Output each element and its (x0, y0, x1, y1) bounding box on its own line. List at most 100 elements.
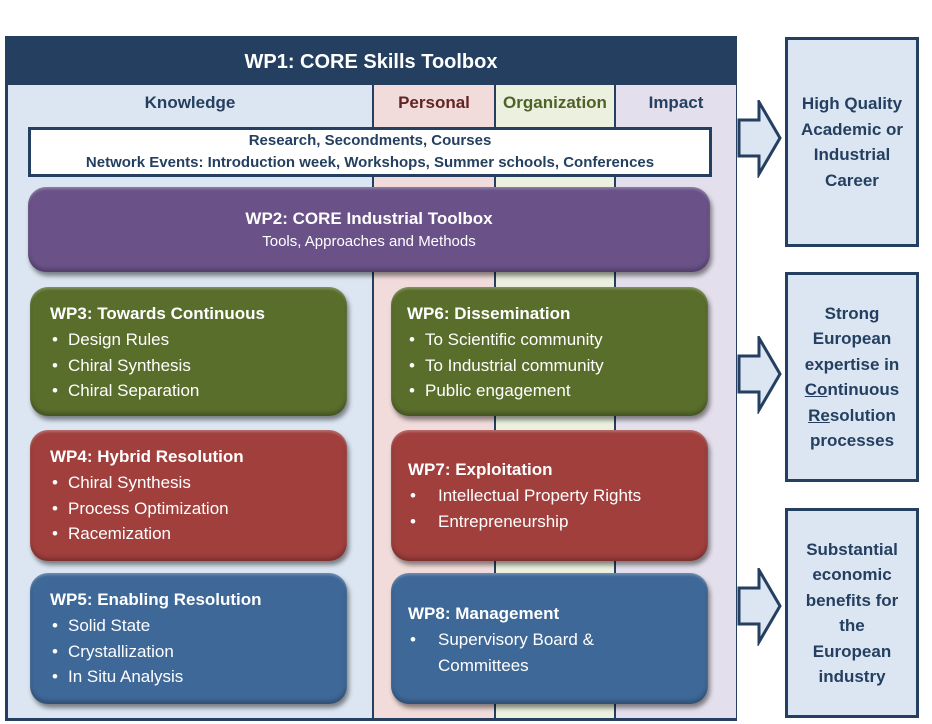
list-item-text: Racemization (68, 524, 171, 543)
bullet-icon: • (410, 486, 416, 505)
training-band-line-1: Research, Secondments, Courses (248, 132, 492, 149)
bullet-icon: • (52, 667, 58, 686)
outcome-line: European (812, 641, 892, 661)
list-item: • Entrepreneurship (408, 509, 708, 535)
list-item: • Chiral Synthesis (50, 353, 347, 379)
wp4-list: • Chiral Synthesis • Process Optimization … (50, 470, 347, 547)
list-item-text: Solid State (68, 616, 151, 635)
list-item-text: Supervisory Board & (438, 630, 594, 649)
list-item-text: Entrepreneurship (438, 511, 569, 531)
list-item-text: Committees (438, 655, 529, 675)
outcome-line: Industrial (813, 145, 891, 164)
list-item: • Racemization (50, 521, 347, 547)
column-label-organization: Organization (503, 93, 607, 112)
bullet-icon: • (409, 330, 415, 349)
list-item: • Public engagement (407, 378, 708, 404)
outcome-line: Resolution (805, 403, 900, 429)
list-item-text: Intellectual Property Rights (438, 486, 642, 505)
bullet-icon: • (52, 355, 58, 375)
outcome-line: Substantial (806, 539, 898, 559)
bullet-icon: • (52, 616, 58, 635)
list-item-text: In Situ Analysis (68, 667, 184, 686)
list-item-text: Public engagement (425, 381, 571, 400)
wp8-title: WP8: Management (408, 604, 560, 623)
wp7-title: WP7: Exploitation (408, 460, 553, 479)
bullet-icon: • (52, 524, 58, 543)
list-item-text: To Industrial community (425, 355, 604, 375)
list-item-text: Design Rules (68, 330, 170, 349)
wp6-list: • To Scientific community • To Industrial … (407, 327, 708, 404)
wp2-title: WP2: CORE Industrial Toolbox (245, 208, 493, 228)
list-item-text: Process Optimization (68, 498, 229, 518)
outcome-line: European (812, 329, 892, 348)
wp5-list: • Solid State • Crystallization • In Situ A… (50, 613, 347, 690)
bullet-icon: • (52, 641, 58, 661)
list-item: • Process Optimization (50, 496, 347, 522)
list-item: • Chiral Synthesis (50, 470, 347, 496)
wp2-box: WP2: CORE Industrial Toolbox Tools, Appr… (28, 187, 710, 272)
list-item-continuation: Committees (408, 653, 708, 679)
training-band-line-2: Network Events: Introduction week, Works… (85, 154, 655, 171)
arrow-right-icon (737, 336, 782, 414)
outcome-economic-benefits: Substantial economic benefits for the Eu… (785, 508, 919, 718)
wp1-title: WP1: CORE Skills Toolbox (8, 39, 734, 85)
wp3-box: WP3: Towards Continuous • Design Rules • C… (30, 287, 347, 416)
outcome-line: Continuous (805, 377, 900, 403)
list-item: • Crystallization (50, 639, 347, 665)
outcome-career: High Quality Academic or Industrial Care… (785, 37, 919, 247)
list-item: • Solid State (50, 613, 347, 639)
arrow-right-icon (737, 100, 782, 178)
outcome-expertise: Strong European expertise in Continuous … (785, 272, 919, 482)
wp7-box: WP7: Exploitation • Intellectual Property… (391, 430, 708, 561)
list-item: • To Scientific community (407, 327, 708, 353)
bullet-icon: • (52, 473, 58, 492)
wp6-title: WP6: Dissemination (407, 304, 571, 323)
list-item: • Design Rules (50, 327, 347, 353)
list-item: • Intellectual Property Rights (408, 483, 708, 509)
list-item: • Chiral Separation (50, 378, 347, 404)
acronym-letters: Co (804, 380, 828, 399)
outcome-line: processes (809, 431, 895, 450)
outcome-line: Strong (824, 303, 880, 323)
list-item-text: Crystallization (68, 641, 174, 661)
outcome-word-rest: ntinuous (827, 380, 900, 399)
wp8-list: • Supervisory Board & Committees (408, 627, 708, 678)
bullet-icon: • (409, 381, 415, 400)
outcome-line: the (839, 616, 865, 635)
arrow-right-icon (737, 568, 782, 646)
list-item: • Supervisory Board & (408, 627, 708, 653)
list-item: • To Industrial community (407, 353, 708, 379)
wp3-title: WP3: Towards Continuous (50, 304, 266, 323)
list-item-text: Chiral Synthesis (68, 473, 191, 492)
list-item-text: Chiral Separation (68, 381, 200, 400)
wp3-list: • Design Rules • Chiral Synthesis • Chiral … (50, 327, 347, 404)
wp8-box: WP8: Management • Supervisory Board & Com… (391, 573, 708, 704)
wp4-title: WP4: Hybrid Resolution (50, 447, 244, 466)
outcome-word-rest: solution (829, 405, 896, 425)
outcome-line: Academic or (800, 119, 904, 139)
outcome-line: Career (825, 170, 879, 190)
list-item-text: Chiral Synthesis (68, 355, 191, 375)
wp6-box: WP6: Dissemination • To Scientific commun… (391, 287, 708, 416)
bullet-icon: • (52, 381, 58, 400)
wp7-list: • Intellectual Property Rights • Entrepren… (408, 483, 708, 534)
outcome-line: High Quality (801, 94, 903, 113)
bullet-icon: • (52, 498, 58, 518)
training-band: Research, Secondments, Courses Network E… (28, 127, 712, 177)
wp4-box: WP4: Hybrid Resolution • Chiral Synthesis… (30, 430, 347, 561)
wp2-subtitle: Tools, Approaches and Methods (262, 232, 476, 250)
bullet-icon: • (410, 630, 416, 649)
outcome-line: industry (818, 667, 886, 686)
outcome-line: economic (812, 565, 892, 584)
outcome-line: expertise in (804, 354, 900, 374)
wp5-box: WP5: Enabling Resolution • Solid State • C… (30, 573, 347, 704)
column-label-personal: Personal (398, 93, 470, 112)
bullet-icon: • (410, 511, 416, 531)
acronym-letters: Re (808, 405, 830, 425)
column-label-impact: Impact (648, 93, 704, 112)
column-label-knowledge: Knowledge (144, 93, 236, 112)
wp5-title: WP5: Enabling Resolution (50, 590, 262, 609)
list-item-text: To Scientific community (425, 330, 603, 349)
bullet-icon: • (52, 330, 58, 349)
bullet-icon: • (409, 355, 415, 375)
